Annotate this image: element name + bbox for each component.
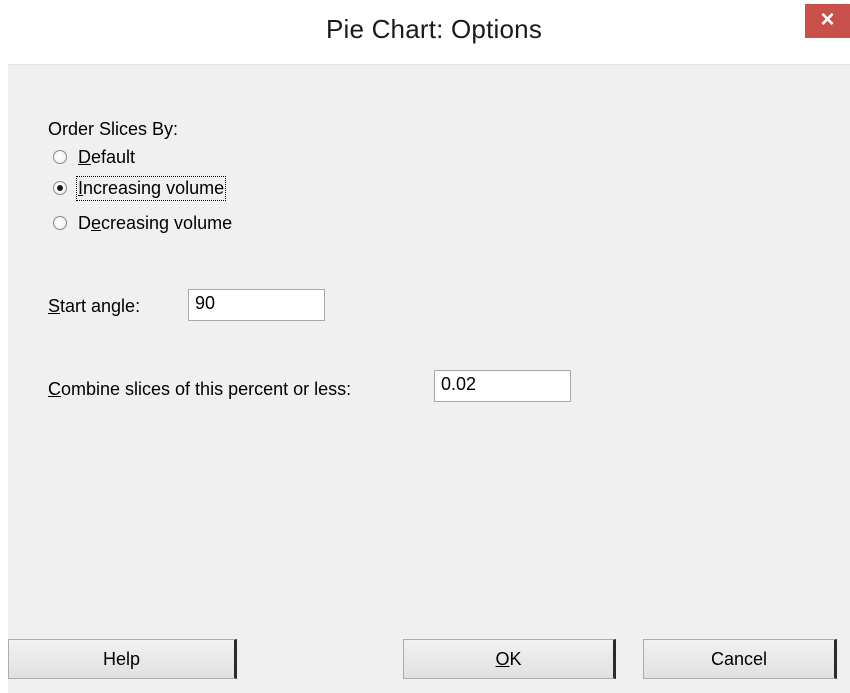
radio-decreasing-volume-label: Decreasing volume	[78, 212, 233, 233]
cancel-button[interactable]: Cancel	[643, 639, 837, 679]
close-button[interactable]: ×	[805, 4, 850, 38]
start-angle-label: Start angle:	[48, 296, 141, 316]
radio-button-default[interactable]	[53, 150, 67, 164]
close-icon: ×	[820, 6, 835, 33]
radio-increasing-volume[interactable]: Increasing volume	[53, 175, 227, 201]
order-slices-label: Order Slices By:	[48, 119, 179, 139]
pie-chart-options-dialog: Pie Chart: Options × Order Slices By: De…	[0, 0, 850, 693]
combine-slices-label: Combine slices of this percent or less:	[48, 379, 352, 399]
start-angle-input[interactable]: 90	[188, 289, 325, 321]
combine-slices-input[interactable]: 0.02	[434, 370, 571, 402]
radio-decreasing-volume[interactable]: Decreasing volume	[53, 211, 232, 235]
radio-button-increasing-volume[interactable]	[53, 181, 67, 195]
ok-button[interactable]: OK	[403, 639, 616, 679]
radio-default[interactable]: Default	[53, 145, 135, 169]
help-button[interactable]: Help	[8, 639, 237, 679]
radio-default-label: Default	[78, 146, 136, 167]
dialog-title: Pie Chart: Options	[325, 14, 543, 44]
title-bar: Pie Chart: Options ×	[0, 0, 850, 64]
radio-increasing-volume-label: Increasing volume	[75, 175, 227, 201]
dialog-body: Order Slices By: Default Increasing volu…	[8, 64, 850, 693]
radio-button-decreasing-volume[interactable]	[53, 216, 67, 230]
